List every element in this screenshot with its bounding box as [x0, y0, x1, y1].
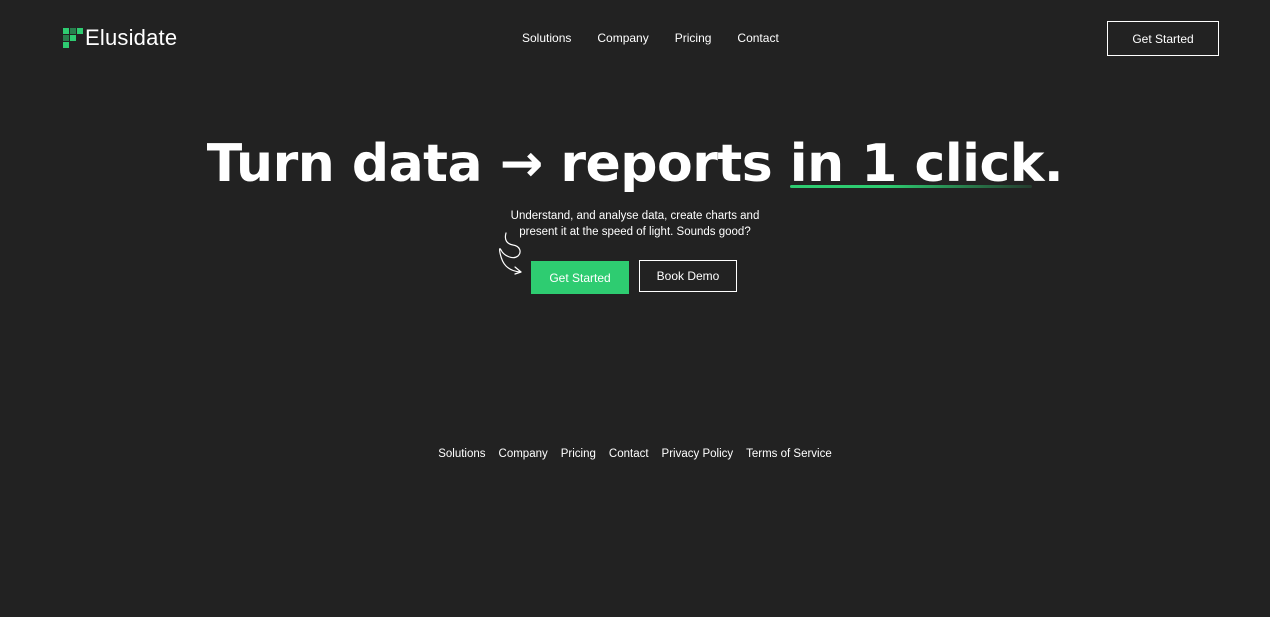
hero-title-main: Turn data → reports: [206, 134, 790, 194]
landing-page: Elusidate Solutions Company Pricing Cont…: [0, 0, 1270, 617]
hero-subtitle-line-1: Understand, and analyse data, create cha…: [510, 210, 760, 222]
footer-link-privacy-policy[interactable]: Privacy Policy: [662, 446, 734, 462]
hero-title-end: .: [1043, 134, 1064, 194]
hero-subtitle: Understand, and analyse data, create cha…: [0, 208, 1270, 240]
logo-link[interactable]: Elusidate: [63, 27, 177, 49]
nav-contact[interactable]: Contact: [737, 30, 778, 46]
hero-title: Turn data → reports in 1 click.: [0, 132, 1270, 196]
logo-icon: [63, 28, 83, 48]
nav-pricing[interactable]: Pricing: [675, 30, 712, 46]
footer-link-pricing[interactable]: Pricing: [561, 446, 596, 462]
hero-subtitle-line-2: present it at the speed of light. Sounds…: [519, 226, 751, 238]
curly-arrow-icon: [499, 232, 522, 275]
book-demo-button[interactable]: Book Demo: [639, 260, 737, 292]
nav-solutions[interactable]: Solutions: [522, 30, 571, 46]
nav-company[interactable]: Company: [597, 30, 648, 46]
footer-link-terms-of-service[interactable]: Terms of Service: [746, 446, 832, 462]
footer-link-contact[interactable]: Contact: [609, 446, 649, 462]
brand-name: Elusidate: [85, 25, 178, 50]
footer-link-company[interactable]: Company: [499, 446, 548, 462]
footer-link-solutions[interactable]: Solutions: [438, 446, 485, 462]
hero-title-underline: [789, 185, 1032, 188]
footer-nav: Solutions Company Pricing Contact Privac…: [0, 446, 1270, 462]
hero-get-started-button[interactable]: Get Started: [531, 261, 629, 294]
header-get-started-button[interactable]: Get Started: [1107, 21, 1219, 56]
hero-title-accent: in 1 click: [789, 132, 1044, 196]
top-nav: Solutions Company Pricing Contact: [522, 30, 779, 46]
